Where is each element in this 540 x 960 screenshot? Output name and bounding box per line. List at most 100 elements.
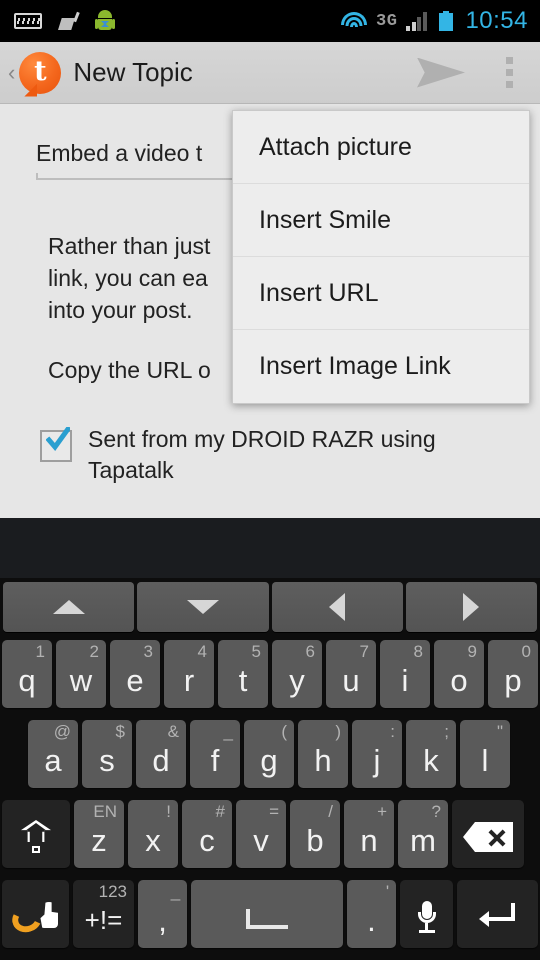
key-hint: : (390, 722, 395, 741)
key-y[interactable]: 6y (272, 640, 322, 708)
microphone-key[interactable] (400, 880, 454, 948)
key-b[interactable]: / b (290, 800, 340, 868)
key-hint: " (496, 722, 503, 741)
key-hint: 0 (521, 642, 531, 661)
key-a[interactable]: @ a (28, 720, 78, 788)
key-label: z (91, 822, 107, 858)
key-label: e (126, 662, 144, 698)
key-l[interactable]: " l (460, 720, 510, 788)
key-label: w (69, 662, 93, 698)
key-f[interactable]: _ f (190, 720, 240, 788)
arrow-left-key[interactable] (271, 582, 403, 632)
key-hint: = (269, 802, 279, 821)
menu-item-attach-picture[interactable]: Attach picture (233, 111, 529, 184)
action-bar: ‹ t New Topic (0, 42, 540, 104)
key-m[interactable]: ? m (398, 800, 448, 868)
key-hint: & (167, 722, 179, 741)
key-h[interactable]: ) h (298, 720, 348, 788)
menu-item-insert-image-link[interactable]: Insert Image Link (233, 330, 529, 403)
key-label: f (210, 742, 220, 778)
key-j[interactable]: :j (352, 720, 402, 788)
backspace-key[interactable] (452, 800, 524, 868)
key-label: s (99, 742, 115, 778)
key-w[interactable]: 2w (56, 640, 106, 708)
key-d[interactable]: & d (136, 720, 186, 788)
key-z[interactable]: EN z (74, 800, 124, 868)
arrow-right-key[interactable] (405, 582, 537, 632)
key-u[interactable]: 7u (326, 640, 376, 708)
soft-keyboard: 1q 2w 3e 4r 5t 6y 7u 8i 9o 0p @ a $ s & d _… (0, 578, 540, 960)
key-label: v (253, 822, 269, 858)
key-label: g (260, 742, 278, 778)
broom-icon (58, 11, 80, 30)
key-label: o (450, 662, 468, 698)
key-r[interactable]: 4r (164, 640, 214, 708)
enter-key[interactable] (457, 880, 538, 948)
keyboard-nav-row (0, 582, 540, 632)
tapatalk-logo-icon[interactable]: t (19, 51, 62, 97)
key-hint: ( (281, 722, 287, 741)
menu-item-insert-smile[interactable]: Insert Smile (233, 184, 529, 257)
key-hint: / (328, 802, 333, 821)
overflow-dot (505, 69, 513, 76)
key-label: , (158, 902, 167, 938)
wifi-icon (341, 11, 368, 31)
status-bar-left-icons (0, 10, 115, 32)
key-hint: 123 (98, 882, 127, 901)
symbols-key[interactable]: 123 +!= (72, 880, 134, 948)
key-hint: 2 (89, 642, 99, 661)
overflow-menu-button[interactable] (478, 42, 540, 104)
send-button[interactable] (404, 42, 478, 104)
signature-row[interactable]: Sent from my DROID RAZR using Tapatalk (40, 424, 524, 486)
back-chevron-icon[interactable]: ‹ (0, 60, 17, 86)
arrow-up-key[interactable] (3, 582, 135, 632)
period-key[interactable]: ' . (346, 880, 397, 948)
key-v[interactable]: = v (236, 800, 286, 868)
key-label: d (152, 742, 170, 778)
swype-gesture-key[interactable] (2, 880, 69, 948)
arrow-right-icon (463, 593, 480, 621)
key-hint: 4 (197, 642, 207, 661)
key-p[interactable]: 0p (488, 640, 538, 708)
arrow-down-key[interactable] (137, 582, 269, 632)
key-hint: 3 (143, 642, 153, 661)
key-label: u (342, 662, 360, 698)
key-label: n (360, 822, 378, 858)
key-label: l (481, 742, 489, 778)
key-hint: 1 (35, 642, 45, 661)
signal-bars-icon (406, 11, 430, 31)
key-label: c (199, 822, 215, 858)
signature-checkbox[interactable] (40, 427, 72, 462)
key-x[interactable]: ! x (128, 800, 178, 868)
status-bar: 3G 10:54 (0, 0, 540, 42)
network-type-label: 3G (376, 11, 398, 31)
menu-item-insert-url[interactable]: Insert URL (233, 257, 529, 330)
space-key[interactable] (191, 880, 343, 948)
space-bar-icon (246, 909, 289, 929)
key-label: y (289, 662, 305, 698)
key-k[interactable]: ; k (406, 720, 456, 788)
key-q[interactable]: 1q (2, 640, 52, 708)
key-s[interactable]: $ s (82, 720, 132, 788)
key-label: j (373, 742, 381, 778)
keyboard-row-4: 123 +!= _ , ' . (0, 880, 540, 960)
key-label: q (18, 662, 36, 698)
key-hint: ! (166, 802, 171, 821)
key-n[interactable]: + n (344, 800, 394, 868)
key-hint: EN (93, 802, 117, 821)
logo-letter: t (34, 56, 47, 87)
enter-arrow-icon (478, 903, 517, 931)
key-e[interactable]: 3e (110, 640, 160, 708)
key-hint: 6 (305, 642, 315, 661)
key-c[interactable]: # c (182, 800, 232, 868)
comma-key[interactable]: _ , (138, 880, 188, 948)
key-o[interactable]: 9o (434, 640, 484, 708)
key-g[interactable]: (g (244, 720, 294, 788)
key-i[interactable]: 8i (380, 640, 430, 708)
key-t[interactable]: 5t (218, 640, 268, 708)
key-label: r (183, 662, 195, 698)
key-label: i (401, 662, 409, 698)
key-hint: @ (53, 722, 71, 741)
shift-key[interactable] (2, 800, 70, 868)
android-robot-icon (95, 10, 115, 32)
